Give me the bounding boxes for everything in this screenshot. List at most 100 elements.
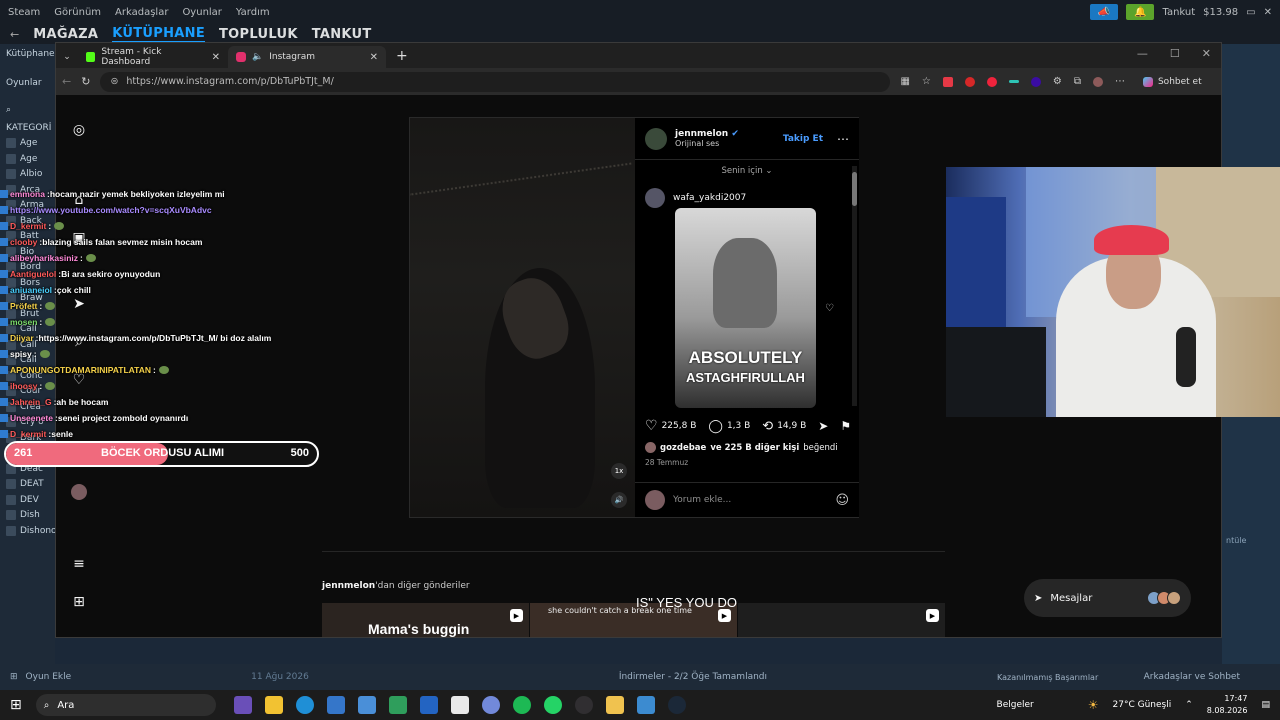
spotify-icon[interactable] — [512, 696, 531, 714]
taskbar-app-icon[interactable] — [233, 696, 252, 714]
close-tab-icon[interactable]: ✕ — [212, 52, 220, 63]
share-icon[interactable]: ➤ — [818, 419, 828, 433]
clock[interactable]: 17:47 8.08.2026 — [1207, 693, 1248, 717]
extension-icon[interactable] — [1008, 80, 1019, 83]
tab-actions-icon[interactable]: ⌄ — [56, 46, 78, 68]
discord-icon[interactable] — [481, 696, 500, 714]
app-icon[interactable]: ▦ — [900, 76, 909, 87]
add-game-button[interactable]: Oyun Ekle — [26, 672, 72, 682]
bookmark-icon[interactable]: ⚑ — [840, 419, 851, 433]
emoji-icon[interactable]: ☺ — [835, 493, 849, 508]
steam-menu-steam[interactable]: Steam — [8, 7, 40, 18]
profile-avatar[interactable] — [1092, 76, 1103, 87]
taskbar-app-icon[interactable] — [326, 696, 345, 714]
also-from-meta-icon[interactable]: ⊞ — [70, 593, 88, 611]
tab-library[interactable]: KÜTÜPHANE — [112, 26, 206, 43]
comment-like-icon[interactable]: ♡ — [825, 303, 834, 314]
add-icon[interactable]: ⊞ — [10, 672, 18, 682]
repost-action[interactable]: ⟲ 14,9 B — [762, 419, 806, 434]
liker-name[interactable]: gozdebae — [660, 443, 706, 453]
taskbar-app-icon[interactable] — [636, 696, 655, 714]
close-icon[interactable]: ✕ — [1264, 7, 1272, 18]
library-game-item[interactable]: DEAT — [0, 477, 55, 493]
tab-store[interactable]: MAĞAZA — [33, 27, 98, 42]
messages-button[interactable]: ➤ Mesajlar — [1024, 579, 1191, 617]
edge-icon[interactable] — [295, 696, 314, 714]
taskbar-app-icon[interactable] — [388, 696, 407, 714]
back-icon[interactable]: ← — [62, 75, 71, 88]
volume-icon[interactable]: 🔊 — [611, 492, 627, 508]
minimize-icon[interactable]: ▭ — [1246, 7, 1255, 18]
scroll-thumb[interactable] — [852, 172, 857, 206]
documents-toolbar[interactable]: Belgeler — [997, 700, 1034, 710]
author-name[interactable]: jennmelon ✔ — [675, 129, 739, 139]
whatsapp-icon[interactable] — [543, 696, 562, 714]
minimize-icon[interactable]: — — [1137, 47, 1148, 60]
tab-kick-dashboard[interactable]: Stream - Kick Dashboard ✕ — [78, 46, 228, 68]
capcut-icon[interactable] — [450, 696, 469, 714]
url-field[interactable]: ⊜ https://www.instagram.com/p/DbTuPbTJt_… — [100, 71, 891, 92]
downloads-status[interactable]: İndirmeler - 2/2 Öğe Tamamlandı — [619, 672, 767, 682]
steam-menu-games[interactable]: Oyunlar — [182, 7, 221, 18]
file-explorer-icon[interactable] — [605, 696, 624, 714]
tab-community[interactable]: TOPLULUK — [219, 27, 298, 42]
post-thumbnail[interactable]: ▶ — [738, 603, 945, 637]
extension-icon[interactable] — [986, 76, 997, 87]
favorite-star-icon[interactable]: ☆ — [922, 76, 931, 87]
weather-label[interactable]: 27°C Güneşli — [1113, 700, 1172, 710]
steam-menu-view[interactable]: Görünüm — [54, 7, 101, 18]
refresh-icon[interactable]: ↻ — [81, 75, 90, 88]
post-date[interactable]: 28 Temmuz — [645, 458, 688, 467]
steam-menu-friends[interactable]: Arkadaşlar — [115, 7, 168, 18]
taskbar-search[interactable]: ⌕ Ara — [35, 694, 216, 716]
back-arrow-icon[interactable]: ← — [10, 28, 19, 41]
for-you-filter[interactable]: Senin için ⌄ — [635, 166, 859, 176]
audio-label[interactable]: Orijinal ses — [675, 139, 739, 148]
windows-start-icon[interactable]: ⊞ — [10, 697, 22, 713]
collections-icon[interactable]: ⧉ — [1074, 76, 1081, 87]
library-label[interactable]: Kütüphane — [0, 44, 55, 64]
library-game-item[interactable]: Age — [0, 136, 55, 152]
chevron-up-icon[interactable]: ⌃ — [1185, 700, 1193, 710]
library-game-item[interactable]: Albio — [0, 167, 55, 183]
commenter-avatar[interactable] — [645, 188, 665, 208]
extension-icon[interactable] — [942, 76, 953, 87]
library-game-item[interactable]: Dishonored 2 — [0, 523, 55, 539]
instagram-logo-icon[interactable]: ◎ — [70, 121, 88, 139]
games-label[interactable]: Oyunlar — [0, 72, 55, 94]
notification-icon[interactable]: ▤ — [1261, 700, 1270, 710]
speed-button[interactable]: 1x — [611, 463, 627, 479]
taskbar-app-icon[interactable] — [419, 696, 438, 714]
tab-instagram[interactable]: 🔈 Instagram ✕ — [228, 46, 386, 68]
friends-chat-button[interactable]: Arkadaşlar ve Sohbet — [1144, 672, 1240, 682]
profile-avatar[interactable] — [70, 483, 88, 501]
close-tab-icon[interactable]: ✕ — [370, 52, 378, 63]
comment-image[interactable]: ABSOLUTELY ASTAGHFIRULLAH — [675, 208, 816, 408]
copilot-button[interactable]: Sohbet et — [1142, 76, 1202, 87]
search-icon[interactable]: ⌕ — [0, 100, 55, 120]
more-menu-icon[interactable]: ⋯ — [1115, 76, 1125, 87]
liker-rest[interactable]: ve 225 B diğer kişi — [710, 443, 799, 453]
obs-icon[interactable] — [574, 696, 593, 714]
follow-button[interactable]: Takip Et — [783, 134, 823, 144]
menu-icon[interactable]: ≡ — [70, 555, 88, 573]
commenter-name[interactable]: wafa_yakdi2007 — [673, 193, 746, 203]
steam-icon[interactable] — [667, 696, 686, 714]
author-avatar[interactable] — [645, 127, 667, 150]
library-game-item[interactable]: DEV — [0, 492, 55, 508]
taskbar-app-icon[interactable] — [264, 696, 283, 714]
comment-author[interactable]: wafa_yakdi2007 — [645, 188, 746, 208]
new-tab-icon[interactable]: + — [396, 48, 408, 64]
more-options-icon[interactable]: ⋯ — [837, 132, 849, 146]
like-action[interactable]: ♡ 225,8 B — [645, 418, 696, 434]
comment-input[interactable]: Yorum ekle... — [673, 495, 731, 505]
post-thumbnail[interactable]: Mama's buggin ▶ — [322, 603, 529, 637]
comment-action[interactable]: ◯ 1,3 B — [708, 419, 750, 434]
steam-menu-help[interactable]: Yardım — [236, 7, 270, 18]
account-name[interactable]: Tankut — [1162, 7, 1195, 18]
library-game-item[interactable]: Age — [0, 151, 55, 167]
more-posts-user[interactable]: jennmelon — [322, 581, 375, 591]
notifications-button[interactable]: 🔔 — [1126, 4, 1155, 20]
library-game-item[interactable]: Dish — [0, 508, 55, 524]
extension-icon[interactable] — [1030, 76, 1041, 87]
